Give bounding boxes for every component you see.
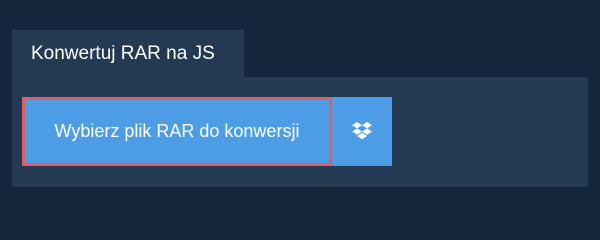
tab-label: Konwertuj RAR na JS <box>31 43 215 64</box>
select-rar-file-button[interactable]: Wybierz plik RAR do konwersji <box>22 97 332 166</box>
dropbox-icon <box>351 122 373 141</box>
dropbox-button[interactable] <box>332 97 392 166</box>
select-rar-file-label: Wybierz plik RAR do konwersji <box>54 121 300 141</box>
tab-convert-rar-to-js[interactable]: Konwertuj RAR na JS <box>12 30 244 77</box>
